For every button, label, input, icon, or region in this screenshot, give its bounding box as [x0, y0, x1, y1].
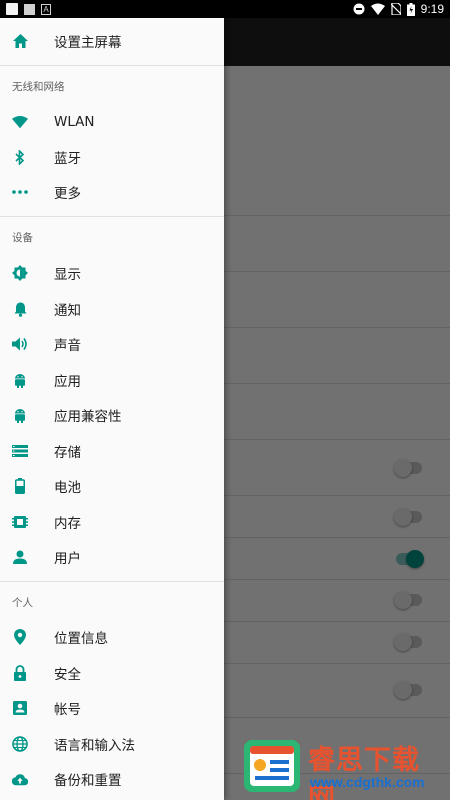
storage-icon	[12, 443, 28, 459]
wifi-icon	[370, 3, 385, 15]
person-icon	[12, 549, 28, 565]
lock-icon	[12, 665, 28, 681]
memory-icon	[12, 514, 28, 530]
watermark-title: 睿思下载网	[308, 745, 420, 800]
drawer-item-label: 用户	[54, 551, 81, 567]
drawer-item-label: 安全	[54, 667, 81, 683]
drawer-item-users[interactable]: 用户	[0, 540, 224, 574]
drawer-divider	[0, 216, 224, 217]
drawer-item-label: 备份和重置	[54, 773, 122, 789]
settings-navigation-drawer: 设置主屏幕 无线和网络 WLAN 蓝牙 更多 设备 显示 通知 声音 应用 应用…	[0, 18, 224, 800]
globe-icon	[12, 736, 28, 752]
drawer-item-label: 应用兼容性	[54, 409, 122, 425]
drawer-item-label: 电池	[54, 480, 81, 496]
drawer-item-label: 声音	[54, 338, 81, 354]
more-dots-icon	[12, 184, 28, 200]
do-not-disturb-icon	[353, 3, 365, 15]
drawer-item-home[interactable]: 设置主屏幕	[0, 24, 224, 58]
drawer-item-label: 语言和输入法	[54, 738, 135, 754]
drawer-item-location[interactable]: 位置信息	[0, 620, 224, 654]
section-header-wireless: 无线和网络	[12, 81, 65, 93]
cloud-upload-icon	[12, 771, 28, 787]
image-icon	[24, 4, 35, 15]
drawer-item-label: 应用	[54, 374, 81, 390]
drawer-item-label: 内存	[54, 516, 81, 532]
drawer-item-more[interactable]: 更多	[0, 175, 224, 209]
battery-icon	[12, 478, 28, 494]
app-notification-icon	[6, 3, 18, 15]
drawer-item-bluetooth[interactable]: 蓝牙	[0, 140, 224, 174]
battery-icon	[406, 2, 415, 16]
drawer-item-apps[interactable]: 应用	[0, 363, 224, 397]
watermark: 睿思下载网 www.cdgthk.com	[242, 736, 444, 800]
home-icon	[12, 33, 28, 49]
watermark-logo	[244, 740, 300, 792]
section-header-device: 设备	[12, 232, 33, 244]
drawer-divider	[0, 581, 224, 582]
drawer-item-label: WLAN	[54, 114, 95, 130]
drawer-item-language-input[interactable]: 语言和输入法	[0, 727, 224, 761]
drawer-item-sound[interactable]: 声音	[0, 327, 224, 361]
drawer-item-wlan[interactable]: WLAN	[0, 105, 224, 139]
bell-icon	[12, 301, 28, 317]
drawer-item-label: 存储	[54, 445, 81, 461]
no-sim-icon	[390, 3, 401, 15]
drawer-item-storage[interactable]: 存储	[0, 434, 224, 468]
watermark-url: www.cdgthk.com	[310, 774, 425, 790]
drawer-item-display[interactable]: 显示	[0, 256, 224, 290]
drawer-item-account[interactable]: 帐号	[0, 691, 224, 725]
drawer-item-security[interactable]: 安全	[0, 656, 224, 690]
status-time: 9:19	[420, 2, 444, 16]
section-header-personal: 个人	[12, 597, 33, 609]
a-icon: A	[41, 4, 51, 15]
android-icon	[12, 372, 28, 388]
drawer-item-memory[interactable]: 内存	[0, 505, 224, 539]
location-pin-icon	[12, 629, 28, 645]
account-box-icon	[12, 700, 28, 716]
drawer-item-label: 设置主屏幕	[54, 35, 122, 51]
drawer-item-app-compatibility[interactable]: 应用兼容性	[0, 398, 224, 432]
drawer-item-label: 帐号	[54, 702, 81, 718]
drawer-item-label: 通知	[54, 303, 81, 319]
volume-icon	[12, 336, 28, 352]
status-bar: A 9:19	[0, 0, 450, 18]
drawer-item-label: 位置信息	[54, 631, 108, 647]
android-icon	[12, 407, 28, 423]
wifi-icon	[12, 114, 28, 130]
drawer-item-notifications[interactable]: 通知	[0, 292, 224, 326]
drawer-item-battery[interactable]: 电池	[0, 469, 224, 503]
drawer-divider	[0, 65, 224, 66]
bluetooth-icon	[12, 149, 28, 165]
drawer-item-label: 更多	[54, 186, 81, 202]
drawer-item-label: 显示	[54, 267, 81, 283]
drawer-item-label: 蓝牙	[54, 151, 81, 167]
brightness-icon	[12, 265, 28, 281]
drawer-item-backup-reset[interactable]: 备份和重置	[0, 762, 224, 796]
